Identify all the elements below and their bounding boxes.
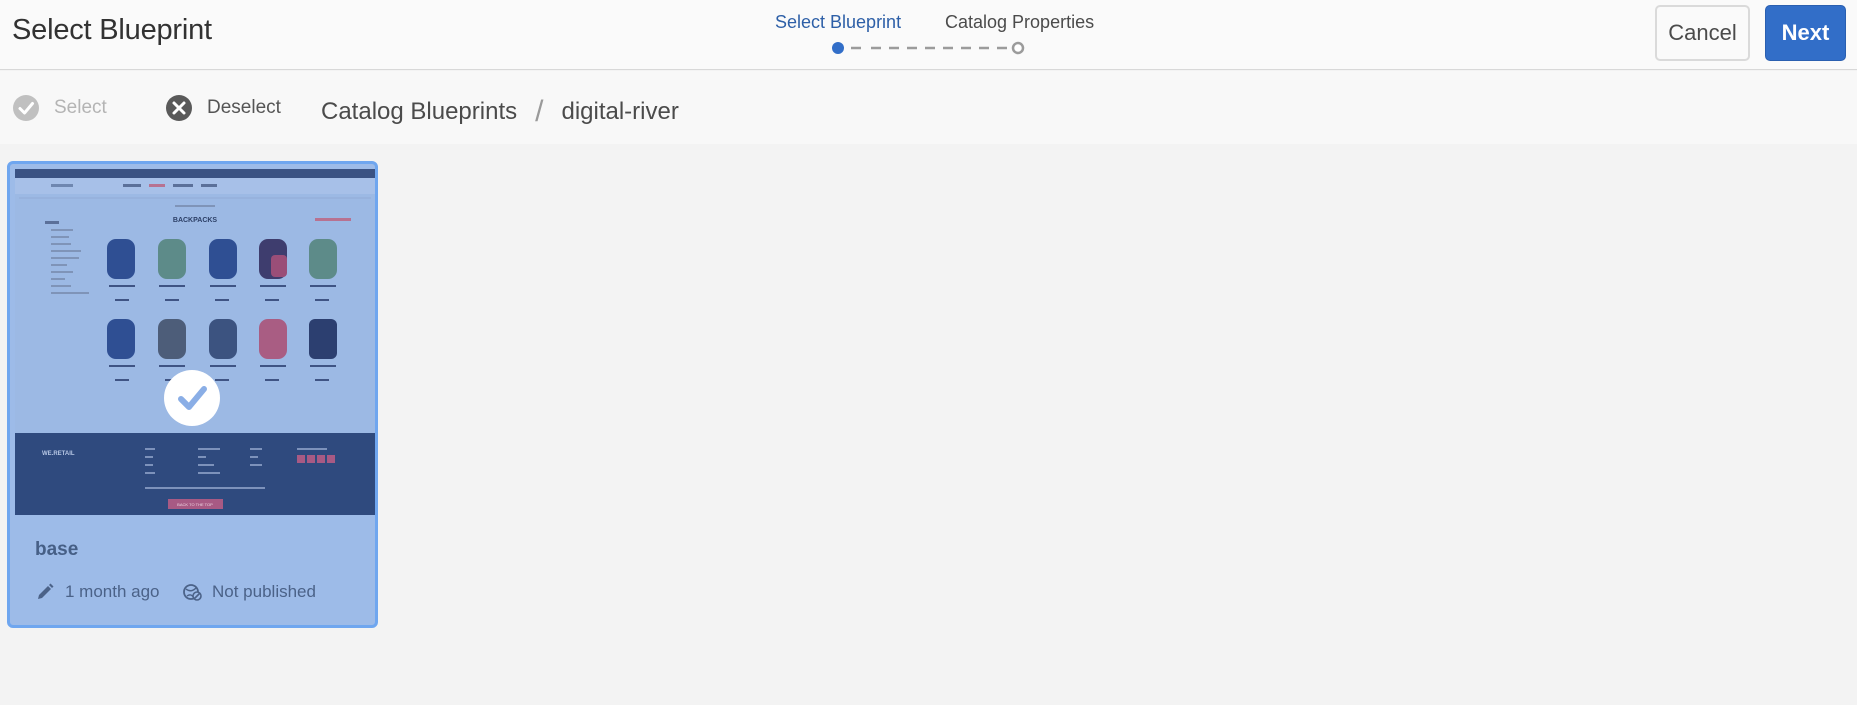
blueprint-card[interactable]: BACKPACKS WE.RETAIL BACK TO THE TOP base… [7,161,378,628]
step-dot-active [832,42,844,54]
deselect-action[interactable]: Deselect [165,93,281,123]
step-dot-inactive [1011,41,1025,55]
breadcrumb-item-catalog-blueprints[interactable]: Catalog Blueprints [321,98,517,126]
pencil-icon [38,583,54,599]
check-circle-icon [13,95,39,121]
thumbnail-logo: WE.RETAIL [42,451,75,457]
breadcrumb-separator: / [535,95,544,128]
card-publish-status-text: Not published [212,582,316,601]
card-thumbnail: BACKPACKS WE.RETAIL BACK TO THE TOP [15,169,375,515]
cancel-button[interactable]: Cancel [1655,5,1750,61]
card-modified: 1 month ago [35,580,160,604]
selected-check-badge[interactable] [164,370,220,426]
wizard-progress-track [832,41,1025,55]
thumbnail-image: BACKPACKS WE.RETAIL BACK TO THE TOP [15,169,375,515]
deselect-label: Deselect [207,97,281,118]
breadcrumb: Catalog Blueprints / digital-river [321,95,679,129]
step-catalog-properties[interactable]: Catalog Properties [945,12,1094,33]
card-title: base [35,539,79,560]
wizard-steps: Select Blueprint Catalog Properties [760,10,1110,60]
thumbnail-footer-button: BACK TO THE TOP [177,502,213,507]
action-bar: Select Deselect Catalog Blueprints / dig… [0,71,1857,144]
select-label: Select [54,97,107,118]
thumbnail-heading: BACKPACKS [173,217,218,224]
page-title: Select Blueprint [12,14,212,46]
globe-off-icon [183,584,202,601]
next-button[interactable]: Next [1765,5,1846,61]
check-icon [178,386,207,410]
step-select-blueprint[interactable]: Select Blueprint [775,12,901,33]
card-modified-text: 1 month ago [65,582,160,601]
header: Select Blueprint Select Blueprint Catalo… [0,0,1857,70]
breadcrumb-item-current: digital-river [561,98,679,125]
close-circle-icon [166,95,192,121]
card-publish-status: Not published [182,580,316,604]
select-action[interactable]: Select [12,93,107,123]
